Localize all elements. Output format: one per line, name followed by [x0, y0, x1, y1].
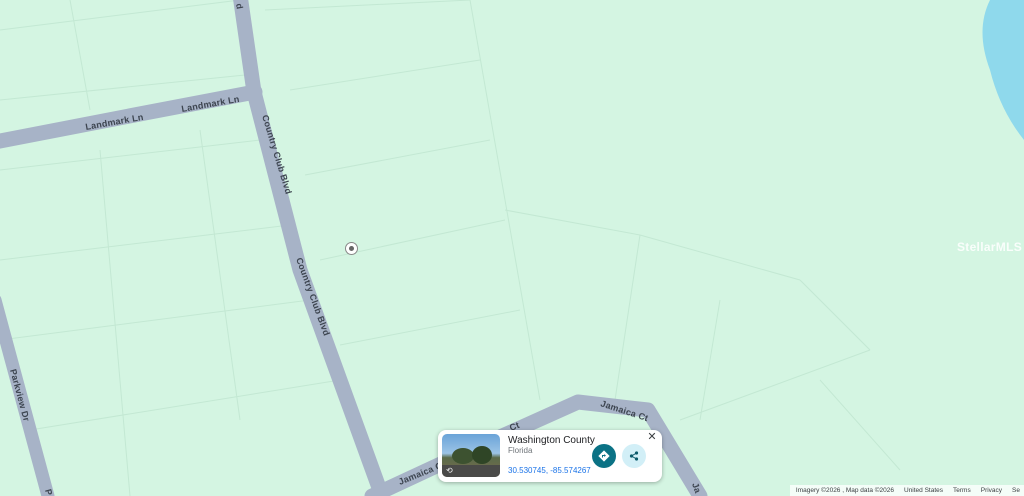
coordinates-link[interactable]: 30.530745, -85.574267: [508, 466, 591, 475]
water-body: [982, 0, 1024, 140]
road-label-parkview: Parkview Dr: [8, 368, 32, 423]
send-feedback-link[interactable]: Se: [1012, 487, 1020, 494]
attribution-text: Imagery ©2026 , Map data ©2026: [795, 487, 894, 494]
terms-link[interactable]: Terms: [953, 487, 971, 494]
street-view-thumbnail[interactable]: ⟲: [442, 434, 500, 477]
share-button[interactable]: [622, 444, 646, 468]
directions-icon: [598, 450, 610, 462]
share-icon: [629, 451, 639, 461]
map-layer: Landmark Ln Landmark Ln Country Club Blv…: [0, 0, 1024, 496]
map-footer: Imagery ©2026 , Map data ©2026 United St…: [789, 485, 1024, 496]
street-view-icon: ⟲: [446, 466, 453, 475]
privacy-link[interactable]: Privacy: [981, 487, 1002, 494]
region-link[interactable]: United States: [904, 487, 943, 494]
place-subtitle: Florida: [508, 446, 533, 455]
close-icon[interactable]: ✕: [646, 431, 658, 443]
info-card: ⟲ Washington County Florida 30.530745, -…: [438, 430, 662, 482]
watermark: StellarMLS: [956, 240, 1022, 254]
location-pin-icon[interactable]: [346, 243, 357, 254]
parcel-lines: [0, 0, 901, 496]
directions-button[interactable]: [592, 444, 616, 468]
place-title: Washington County: [508, 435, 595, 446]
map-canvas[interactable]: Landmark Ln Landmark Ln Country Club Blv…: [0, 0, 1024, 496]
